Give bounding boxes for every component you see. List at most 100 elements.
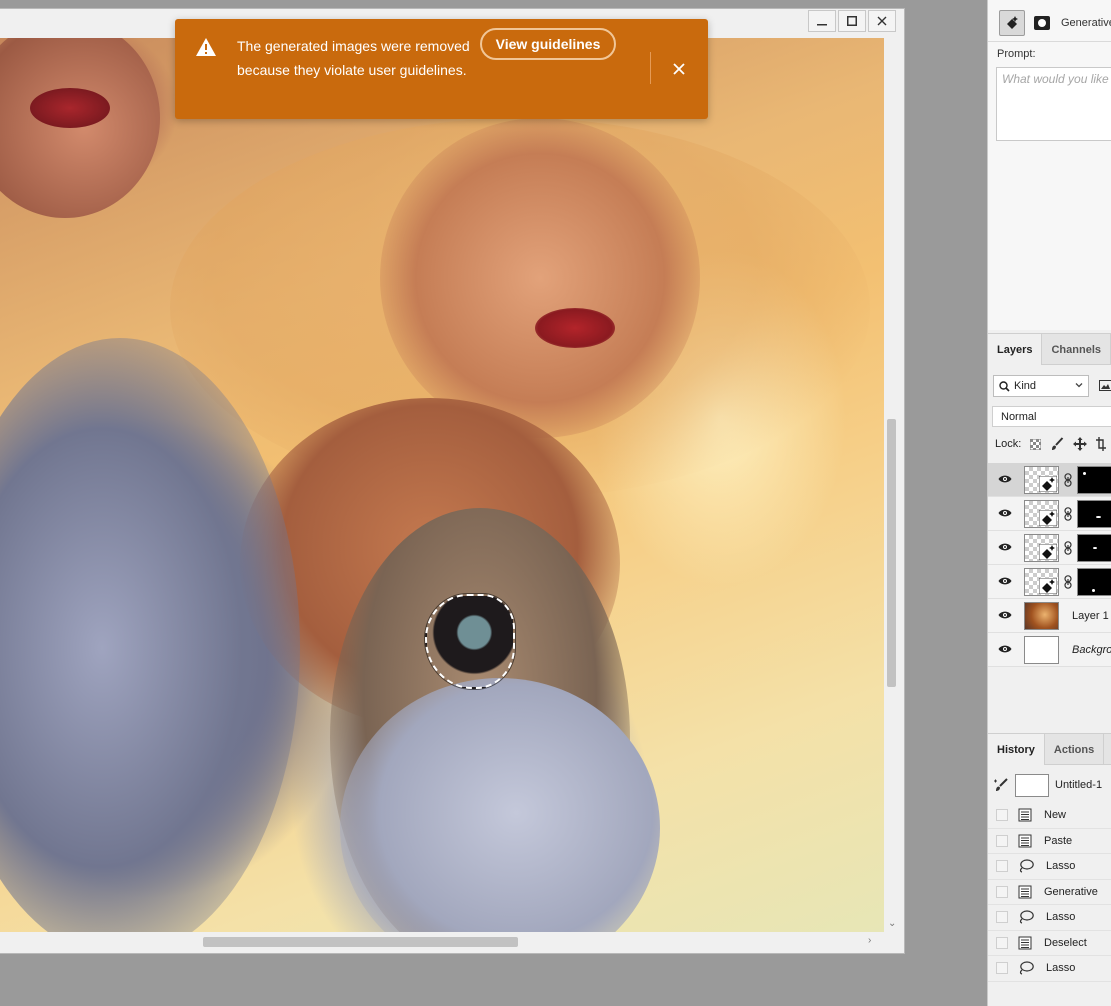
layer-name[interactable]: Backgro [1072, 644, 1111, 656]
eye-icon[interactable] [998, 576, 1012, 586]
vertical-scroll-thumb[interactable] [887, 419, 896, 687]
toast-close-button[interactable] [669, 59, 689, 79]
close-window-button[interactable] [868, 10, 896, 32]
close-icon [877, 16, 887, 26]
layer-name[interactable]: Layer 1 [1072, 610, 1109, 622]
filter-kind-label: Kind [1014, 380, 1037, 392]
generative-layer-icon [1039, 510, 1057, 526]
tab-history[interactable]: History [988, 734, 1045, 765]
chain-link-icon[interactable] [1064, 507, 1072, 521]
artboard-icon[interactable] [1096, 437, 1107, 451]
history-item[interactable]: Generative [988, 880, 1111, 905]
layer-row[interactable] [988, 531, 1111, 565]
canvas-shape [380, 118, 700, 438]
history-item[interactable]: Lasso [988, 956, 1111, 982]
lock-transparent-pixels-icon[interactable] [1030, 438, 1042, 450]
chain-link-icon[interactable] [1064, 541, 1072, 555]
generative-fill-button[interactable] [999, 10, 1025, 36]
prompt-input[interactable] [996, 67, 1111, 141]
canvas-shape [535, 308, 615, 348]
history-brush-icon[interactable] [993, 777, 1009, 793]
move-icon[interactable] [1073, 437, 1088, 451]
eye-icon[interactable] [998, 610, 1012, 620]
layer-thumbnail[interactable] [1024, 466, 1059, 494]
generative-panel-title: Generative [1061, 17, 1111, 29]
chevron-down-icon [1075, 383, 1083, 388]
scroll-down-icon[interactable]: ⌄ [888, 918, 896, 929]
image-canvas[interactable] [0, 38, 884, 932]
guidelines-toast: The generated images were removed becaus… [175, 19, 708, 119]
horizontal-scrollbar[interactable]: › [0, 933, 884, 951]
vertical-scrollbar[interactable]: ⌄ [884, 38, 904, 938]
history-tabbar: History Actions [988, 734, 1111, 765]
layer-row[interactable]: Layer 1 [988, 599, 1111, 633]
history-label: Generative [1044, 885, 1098, 898]
history-item[interactable]: Paste [988, 829, 1111, 854]
layer-mask-thumbnail[interactable] [1077, 500, 1111, 528]
chain-link-icon[interactable] [1064, 575, 1072, 589]
warning-icon [196, 38, 216, 56]
lasso-selection[interactable] [425, 594, 515, 689]
history-panel: History Actions Untitled-1 New Paste Las… [988, 733, 1111, 1006]
right-panels: Generative Prompt: Layers Channels Kind … [987, 0, 1111, 1006]
history-checkbox[interactable] [996, 834, 1008, 847]
history-label: Lasso [1046, 962, 1076, 975]
history-label: Lasso [1046, 911, 1076, 924]
layer-thumbnail[interactable] [1024, 500, 1059, 528]
history-item[interactable]: New [988, 803, 1111, 829]
snapshot-thumbnail [1015, 773, 1049, 797]
history-snapshot[interactable]: Untitled-1 [988, 770, 1111, 800]
tab-channels[interactable]: Channels [1042, 334, 1111, 365]
history-item[interactable]: Lasso [988, 854, 1111, 880]
eye-icon[interactable] [998, 474, 1012, 484]
toast-message: The generated images were removed becaus… [237, 38, 470, 78]
history-list: New Paste Lasso Generative Lasso Deselec… [988, 803, 1111, 982]
document-icon [1018, 834, 1032, 848]
mask-button[interactable] [1029, 10, 1055, 36]
history-checkbox[interactable] [996, 860, 1008, 873]
history-checkbox[interactable] [996, 936, 1008, 949]
layer-mask-thumbnail[interactable] [1077, 534, 1111, 562]
history-checkbox[interactable] [996, 885, 1008, 898]
tab-actions[interactable]: Actions [1045, 734, 1105, 765]
maximize-button[interactable] [838, 10, 866, 32]
history-checkbox[interactable] [996, 962, 1008, 975]
history-item[interactable]: Lasso [988, 905, 1111, 931]
window-controls [808, 10, 896, 32]
layer-row[interactable] [988, 565, 1111, 599]
lasso-icon [1019, 910, 1034, 924]
layer-mask-thumbnail[interactable] [1077, 466, 1111, 494]
layer-thumbnail[interactable] [1024, 602, 1059, 630]
layers-tabbar: Layers Channels [988, 334, 1111, 365]
horizontal-scroll-thumb[interactable] [203, 937, 518, 947]
layer-row[interactable] [988, 497, 1111, 531]
history-checkbox[interactable] [996, 911, 1008, 924]
history-item[interactable]: Deselect [988, 931, 1111, 956]
history-checkbox[interactable] [996, 809, 1008, 822]
layer-list: Layer 1 Backgro [988, 463, 1111, 667]
layer-row[interactable]: Backgro [988, 633, 1111, 667]
chain-link-icon[interactable] [1064, 473, 1072, 487]
layer-thumbnail[interactable] [1024, 568, 1059, 596]
brush-icon[interactable] [1050, 437, 1064, 451]
blend-mode-select[interactable]: Normal [992, 406, 1111, 427]
scroll-right-icon[interactable]: › [868, 935, 871, 946]
document-icon [1018, 936, 1032, 950]
minimize-button[interactable] [808, 10, 836, 32]
layer-row[interactable] [988, 463, 1111, 497]
layer-thumbnail[interactable] [1024, 636, 1059, 664]
view-guidelines-button[interactable]: View guidelines [480, 28, 616, 60]
lasso-icon [1019, 961, 1034, 975]
canvas-shape [0, 38, 160, 218]
close-icon [673, 63, 685, 75]
layer-mask-thumbnail[interactable] [1077, 568, 1111, 596]
layer-filter-kind-select[interactable]: Kind [993, 375, 1089, 397]
eye-icon[interactable] [998, 644, 1012, 654]
history-label: Paste [1044, 834, 1073, 847]
image-filter-icon[interactable] [1099, 380, 1111, 391]
eye-icon[interactable] [998, 508, 1012, 518]
lock-row: Lock: [995, 437, 1107, 451]
tab-layers[interactable]: Layers [988, 334, 1043, 365]
eye-icon[interactable] [998, 542, 1012, 552]
layer-thumbnail[interactable] [1024, 534, 1059, 562]
